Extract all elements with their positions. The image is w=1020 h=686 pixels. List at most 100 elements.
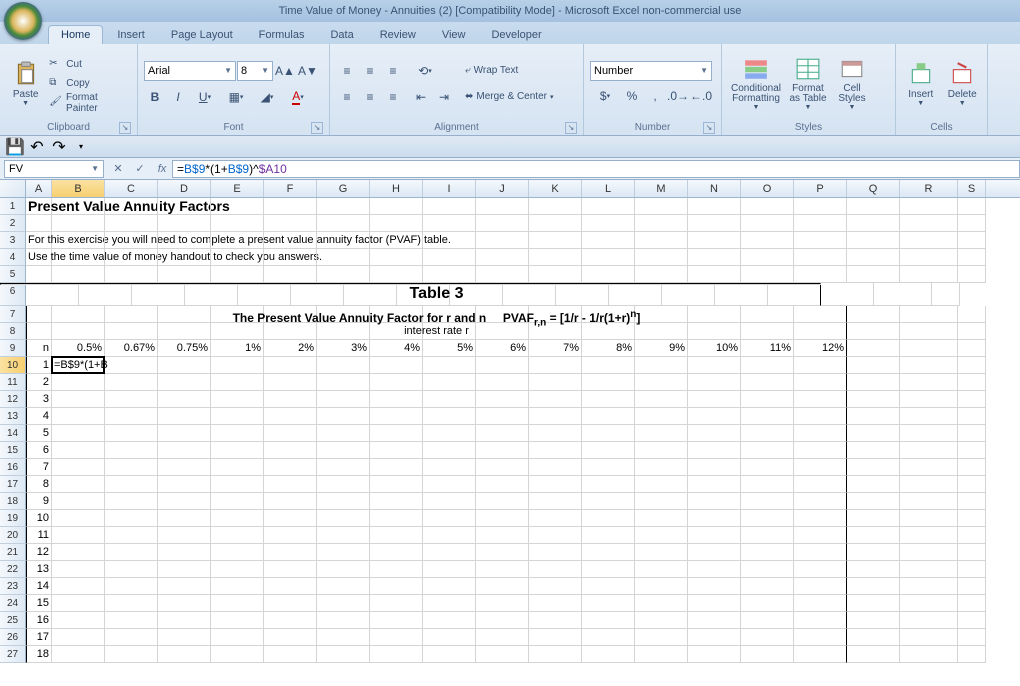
cell[interactable] [794, 215, 847, 232]
font-name-combo[interactable]: Arial▼ [144, 61, 236, 81]
cell[interactable]: 14 [26, 578, 52, 595]
cell[interactable] [847, 340, 900, 357]
enter-formula-button[interactable]: ✓ [130, 160, 150, 178]
cell[interactable] [476, 646, 529, 663]
cell[interactable] [794, 198, 847, 215]
cell[interactable] [264, 266, 317, 283]
cell[interactable] [688, 357, 741, 374]
row-header-17[interactable]: 17 [0, 476, 26, 493]
cell[interactable] [900, 595, 958, 612]
cell[interactable] [900, 215, 958, 232]
cell[interactable]: 6 [26, 442, 52, 459]
cell[interactable] [476, 459, 529, 476]
cell[interactable] [847, 646, 900, 663]
cell[interactable] [423, 232, 476, 249]
cell[interactable] [317, 425, 370, 442]
cell[interactable] [847, 493, 900, 510]
cell[interactable]: 3 [26, 391, 52, 408]
cell[interactable] [688, 561, 741, 578]
cell[interactable] [211, 425, 264, 442]
align-bottom-button[interactable]: ≡ [382, 60, 404, 82]
cell[interactable]: 8% [582, 340, 635, 357]
orientation-button[interactable]: ⟲▾ [410, 60, 440, 82]
cell[interactable] [158, 629, 211, 646]
cell[interactable] [370, 425, 423, 442]
cell[interactable] [900, 306, 958, 323]
cell[interactable] [211, 442, 264, 459]
cell[interactable] [529, 442, 582, 459]
row-header-18[interactable]: 18 [0, 493, 26, 510]
paste-button[interactable]: Paste ▼ [6, 51, 45, 117]
cell[interactable] [958, 578, 986, 595]
cell[interactable] [529, 629, 582, 646]
tab-developer[interactable]: Developer [479, 26, 553, 44]
cell[interactable] [794, 391, 847, 408]
cell[interactable] [688, 629, 741, 646]
cell[interactable] [52, 646, 105, 663]
cell[interactable] [264, 357, 317, 374]
cell[interactable] [264, 595, 317, 612]
cell[interactable]: 10 [26, 510, 52, 527]
cell[interactable] [847, 306, 900, 323]
cell[interactable] [958, 612, 986, 629]
cell[interactable] [158, 374, 211, 391]
cell[interactable] [741, 476, 794, 493]
cell[interactable] [370, 408, 423, 425]
cell[interactable] [847, 408, 900, 425]
cell[interactable] [688, 425, 741, 442]
cell[interactable]: 13 [26, 561, 52, 578]
cell[interactable] [158, 266, 211, 283]
cell[interactable] [370, 459, 423, 476]
cell[interactable] [900, 493, 958, 510]
cell[interactable] [688, 544, 741, 561]
cell[interactable] [370, 510, 423, 527]
cell[interactable] [264, 646, 317, 663]
cell[interactable] [476, 493, 529, 510]
cell[interactable] [211, 544, 264, 561]
cell[interactable] [847, 323, 900, 340]
cell[interactable] [211, 493, 264, 510]
cell[interactable] [582, 527, 635, 544]
cell[interactable] [52, 249, 105, 266]
cell[interactable] [958, 266, 986, 283]
cell[interactable] [529, 561, 582, 578]
cell[interactable] [105, 561, 158, 578]
cell[interactable]: 6% [476, 340, 529, 357]
cell[interactable] [158, 578, 211, 595]
cell[interactable] [423, 544, 476, 561]
cell[interactable]: 0.67% [105, 340, 158, 357]
cell[interactable] [264, 493, 317, 510]
align-middle-button[interactable]: ≡ [359, 60, 381, 82]
cell[interactable] [158, 476, 211, 493]
cell[interactable] [958, 629, 986, 646]
cell[interactable] [794, 232, 847, 249]
cell[interactable] [958, 510, 986, 527]
cell[interactable] [211, 215, 264, 232]
cell[interactable] [635, 266, 688, 283]
cell[interactable] [582, 408, 635, 425]
cell[interactable] [211, 561, 264, 578]
col-header-C[interactable]: C [105, 180, 158, 197]
cell[interactable] [900, 340, 958, 357]
cell[interactable] [211, 612, 264, 629]
cell[interactable] [264, 476, 317, 493]
comma-button[interactable]: , [644, 85, 666, 107]
cell[interactable] [958, 374, 986, 391]
cell[interactable] [900, 357, 958, 374]
cell[interactable] [958, 561, 986, 578]
cell[interactable] [423, 646, 476, 663]
tab-data[interactable]: Data [318, 26, 365, 44]
cell[interactable] [958, 357, 986, 374]
cell[interactable] [794, 476, 847, 493]
cell[interactable] [264, 249, 317, 266]
cell[interactable] [52, 266, 105, 283]
cell[interactable] [370, 595, 423, 612]
cell[interactable] [529, 249, 582, 266]
copy-button[interactable]: ⧉Copy [49, 75, 131, 93]
cell[interactable]: 0.75% [158, 340, 211, 357]
cell[interactable] [370, 266, 423, 283]
cell[interactable] [741, 215, 794, 232]
cell[interactable] [423, 357, 476, 374]
cell[interactable] [211, 232, 264, 249]
italic-button[interactable]: I [167, 86, 189, 108]
